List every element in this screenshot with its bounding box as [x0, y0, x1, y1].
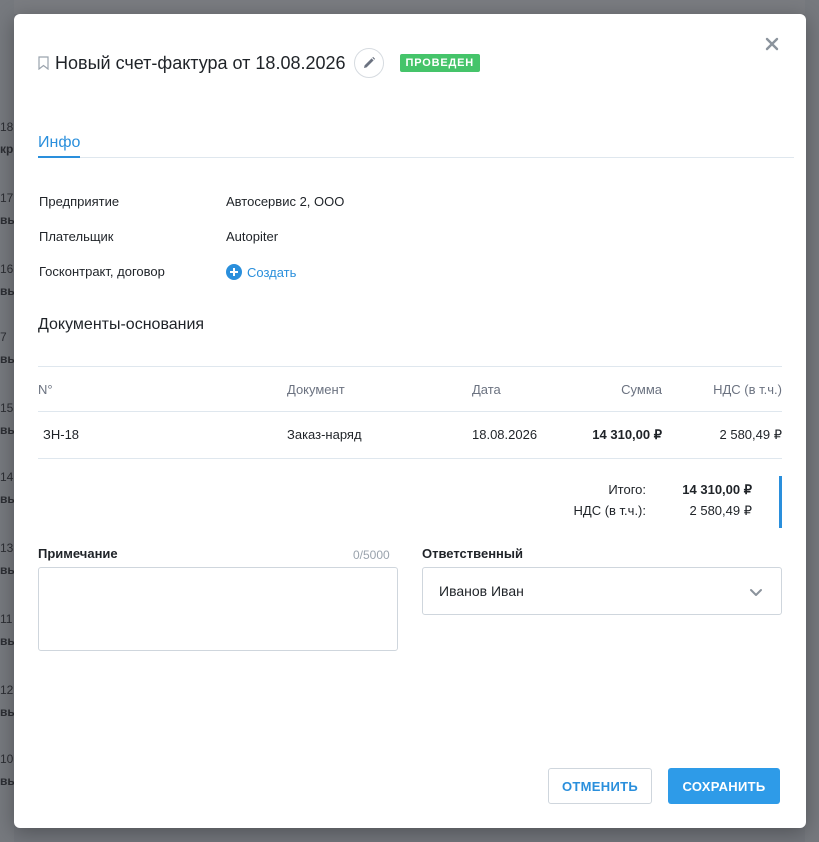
- close-icon[interactable]: [764, 36, 780, 52]
- vat-total-value: 2 580,49 ₽: [689, 503, 753, 518]
- payer-value: Autopiter: [226, 229, 279, 244]
- payer-label: Плательщик: [39, 229, 114, 244]
- create-contract-link[interactable]: Создать: [226, 264, 296, 280]
- cell-number: ЗН-18: [43, 427, 80, 442]
- responsible-select[interactable]: Иванов Иван: [422, 567, 782, 615]
- totals-block: Итого: 14 310,00 ₽ НДС (в т.ч.): 2 580,4…: [38, 476, 782, 528]
- enterprise-label: Предприятие: [39, 194, 120, 209]
- note-counter: 0/5000: [353, 548, 390, 562]
- status-badge: ПРОВЕДЕН: [399, 54, 480, 72]
- total-label: Итого:: [608, 482, 646, 497]
- column-header-vat: НДС (в т.ч.): [713, 382, 782, 397]
- vat-total-label: НДС (в т.ч.):: [573, 503, 647, 518]
- column-header-document: Документ: [287, 382, 345, 397]
- create-label: Создать: [247, 264, 297, 280]
- cell-date: 18.08.2026: [472, 427, 538, 442]
- modal-title: Новый счет-фактура от 18.08.2026: [55, 52, 346, 73]
- column-header-number: N°: [38, 382, 53, 397]
- bookmark-icon[interactable]: [38, 56, 49, 70]
- cell-document: Заказ-наряд: [287, 427, 362, 442]
- total-value: 14 310,00 ₽: [682, 482, 752, 497]
- column-header-date: Дата: [472, 382, 501, 397]
- cell-vat: 2 580,49 ₽: [719, 427, 783, 442]
- totals-accent-bar: [779, 476, 782, 528]
- note-label: Примечание: [38, 546, 118, 561]
- cell-amount: 14 310,00 ₽: [592, 427, 662, 442]
- table-header: N° Документ Дата Сумма НДС (в т.ч.): [38, 366, 782, 412]
- responsible-value: Иванов Иван: [439, 583, 524, 599]
- field-payer: Плательщик Autopiter: [39, 229, 439, 249]
- contract-label: Госконтракт, договор: [39, 264, 165, 279]
- documents-title: Документы-основания: [38, 316, 205, 333]
- responsible-label: Ответственный: [422, 546, 523, 561]
- note-input[interactable]: [38, 567, 398, 651]
- table-row[interactable]: ЗН-18 Заказ-наряд 18.08.2026 14 310,00 ₽…: [38, 412, 782, 459]
- invoice-modal: Новый счет-фактура от 18.08.2026 ПРОВЕДЕ…: [14, 14, 806, 828]
- chevron-down-icon: [750, 589, 762, 596]
- tabs-bar: Инфо: [38, 134, 794, 158]
- enterprise-value: Автосервис 2, ООО: [226, 194, 345, 209]
- modal-header: Новый счет-фактура от 18.08.2026 ПРОВЕДЕ…: [38, 48, 480, 78]
- pencil-icon: [363, 56, 375, 68]
- field-contract: Госконтракт, договор Создать: [39, 264, 439, 284]
- field-enterprise: Предприятие Автосервис 2, ООО: [39, 194, 439, 214]
- column-header-amount: Сумма: [621, 382, 662, 397]
- tab-info[interactable]: Инфо: [38, 134, 81, 158]
- edit-title-button[interactable]: [353, 48, 384, 78]
- documents-table: N° Документ Дата Сумма НДС (в т.ч.) ЗН-1…: [38, 366, 782, 459]
- plus-circle-icon: [226, 264, 242, 280]
- save-button[interactable]: СОХРАНИТЬ: [668, 768, 780, 804]
- cancel-button[interactable]: ОТМЕНИТЬ: [548, 768, 652, 804]
